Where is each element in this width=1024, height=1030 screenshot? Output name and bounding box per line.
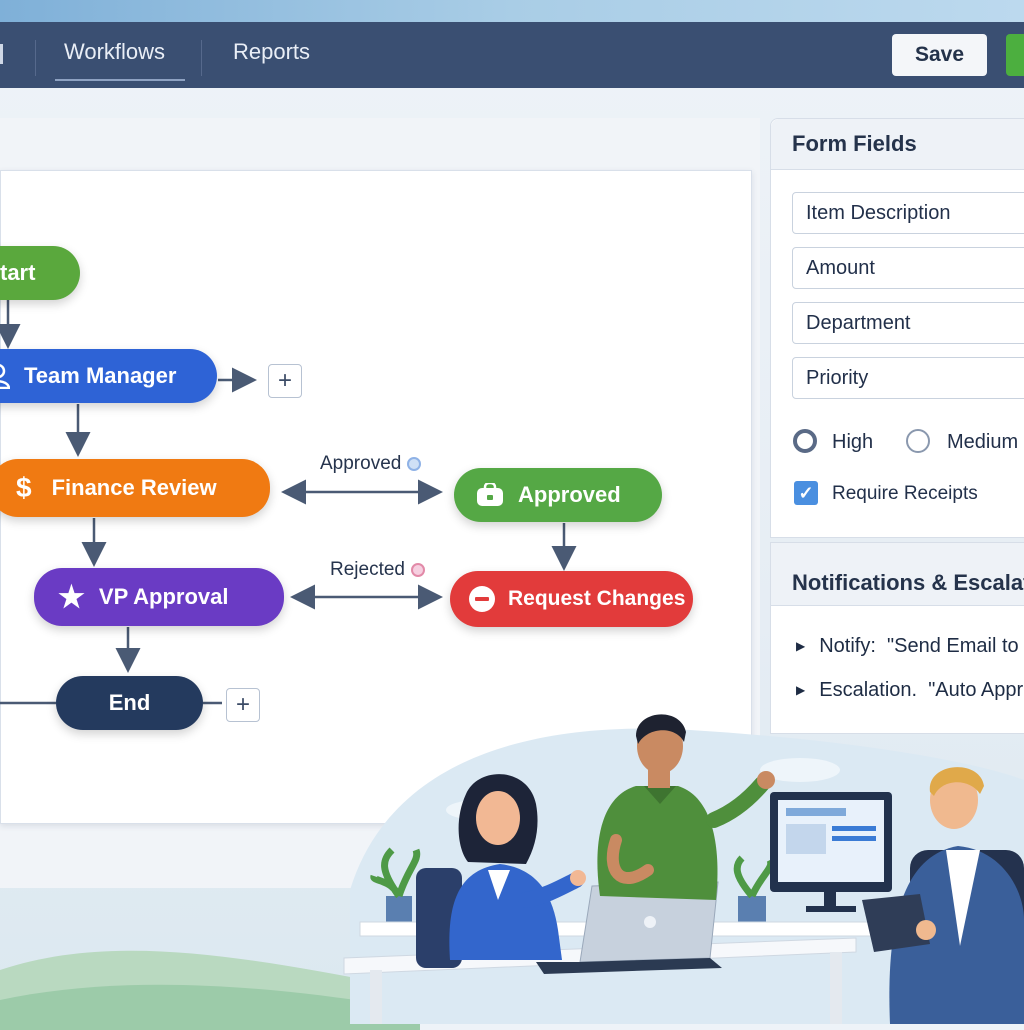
- publish-button[interactable]: [1006, 34, 1024, 76]
- node-start[interactable]: tart: [0, 246, 80, 300]
- edge-label-approved-text: Approved: [320, 453, 402, 474]
- notify-rule[interactable]: ▶ Notify: "Send Email to: [796, 635, 1019, 658]
- notify-key: Notify:: [819, 635, 876, 657]
- radio-medium-label: Medium: [947, 431, 1019, 453]
- node-request-changes-label: Request Changes: [508, 587, 686, 610]
- node-approved-label: Approved: [518, 482, 621, 507]
- lock-icon: [476, 483, 504, 507]
- add-end-step-button[interactable]: +: [226, 688, 260, 722]
- node-team-manager[interactable]: Team Manager: [0, 349, 217, 403]
- field-department[interactable]: Department: [792, 302, 1024, 344]
- rejected-dot-icon: [411, 563, 425, 577]
- bullet-triangle-icon: ▶: [796, 639, 806, 653]
- edge-label-rejected-text: Rejected: [330, 559, 405, 580]
- field-priority[interactable]: Priority: [792, 357, 1024, 399]
- add-step-button[interactable]: +: [268, 364, 302, 398]
- node-vp-approval-label: VP Approval: [98, 584, 229, 609]
- node-start-label: tart: [0, 260, 36, 285]
- node-finance-review[interactable]: $ Finance Review: [0, 459, 270, 517]
- form-fields-panel: Form Fields Item Description Amount Depa…: [770, 118, 1024, 538]
- node-team-manager-label: Team Manager: [24, 363, 177, 388]
- notify-value: "Send Email to: [887, 635, 1019, 657]
- escalation-rule[interactable]: ▶ Escalation. "Auto Appr: [796, 679, 1023, 702]
- radio-high-label: High: [832, 431, 874, 453]
- node-request-changes[interactable]: Request Changes: [450, 571, 693, 627]
- field-item-description[interactable]: Item Description: [792, 192, 1024, 234]
- require-receipts-checkbox[interactable]: ✓: [794, 481, 818, 505]
- radio-medium[interactable]: [906, 429, 930, 453]
- star-icon: ★: [58, 580, 85, 614]
- approved-dot-icon: [407, 457, 422, 471]
- edge-label-rejected: Rejected: [330, 559, 425, 581]
- node-finance-review-label: Finance Review: [51, 475, 217, 500]
- minus-circle-icon: [468, 585, 496, 613]
- escalation-key: Escalation.: [819, 679, 918, 701]
- node-vp-approval[interactable]: ★ VP Approval: [34, 568, 284, 626]
- bullet-triangle-icon: ▶: [796, 683, 806, 697]
- escalation-value: "Auto Appr: [928, 679, 1024, 701]
- team-illustration: [343, 714, 1024, 1024]
- node-end-label: End: [108, 690, 151, 715]
- user-icon: [0, 363, 10, 389]
- notifications-title: Notifications & Escalat: [792, 570, 1024, 595]
- field-amount[interactable]: Amount: [792, 247, 1024, 289]
- edge-label-approved: Approved: [320, 453, 422, 475]
- require-receipts-label: Require Receipts: [832, 483, 978, 504]
- radio-high[interactable]: [793, 429, 817, 453]
- dollar-icon: $: [16, 472, 32, 503]
- form-fields-title: Form Fields: [792, 131, 917, 156]
- node-approved[interactable]: Approved: [454, 468, 662, 522]
- save-button[interactable]: Save: [892, 34, 987, 76]
- node-end[interactable]: End: [56, 676, 203, 730]
